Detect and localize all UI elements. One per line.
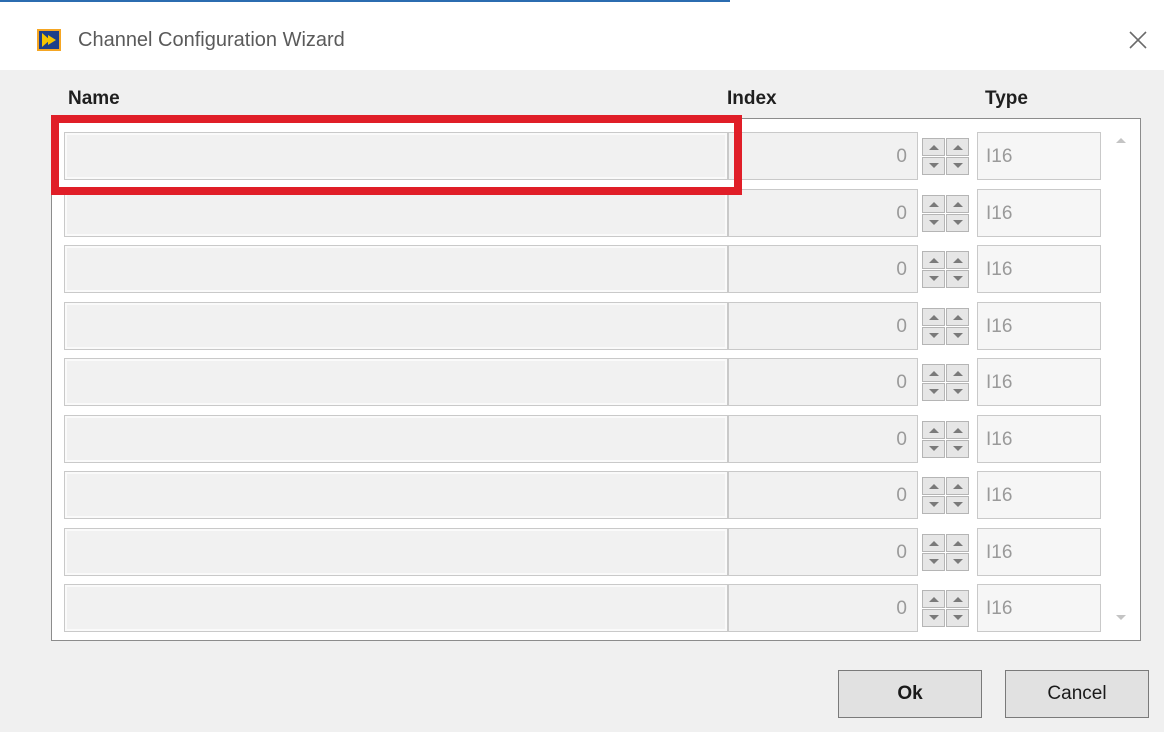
decrement-arrow-icon[interactable] [922, 326, 945, 345]
increment-arrow-icon[interactable] [922, 194, 945, 213]
increment-arrow-icon[interactable] [922, 251, 945, 269]
column-header-index: Index [727, 88, 777, 109]
channel-type-field[interactable]: I16 [977, 132, 1101, 180]
table-row: 0 I16 [64, 527, 1104, 578]
column-header-type: Type [985, 88, 1028, 109]
channel-name-input[interactable] [64, 358, 728, 406]
index-stepper[interactable] [922, 420, 972, 459]
increment-arrow-icon[interactable] [922, 590, 945, 608]
channel-index-field[interactable]: 0 [728, 245, 918, 293]
table-row: 0 I16 [64, 245, 1104, 295]
index-stepper[interactable] [922, 251, 972, 289]
decrement-arrow-icon[interactable] [946, 552, 969, 571]
increment-arrow-icon[interactable] [946, 364, 969, 382]
increment-arrow-icon[interactable] [922, 420, 945, 439]
channel-type-field[interactable]: I16 [977, 471, 1101, 519]
decrement-arrow-icon[interactable] [922, 439, 945, 458]
window-accent-line-top [0, 0, 730, 2]
decrement-arrow-icon[interactable] [922, 157, 945, 175]
channel-index-field[interactable]: 0 [728, 471, 918, 519]
increment-arrow-icon[interactable] [946, 194, 969, 213]
decrement-arrow-icon[interactable] [946, 439, 969, 458]
index-stepper[interactable] [922, 590, 972, 628]
channel-name-input[interactable] [64, 245, 728, 293]
channel-type-field[interactable]: I16 [977, 188, 1101, 237]
channel-name-input[interactable] [64, 414, 728, 463]
channel-index-field[interactable]: 0 [728, 527, 918, 576]
decrement-arrow-icon[interactable] [922, 609, 945, 627]
table-row: 0 I16 [64, 584, 1104, 634]
ok-button[interactable]: Ok [838, 670, 982, 718]
window-title: Channel Configuration Wizard [78, 29, 345, 51]
index-stepper[interactable] [922, 477, 972, 515]
decrement-arrow-icon[interactable] [946, 609, 969, 627]
cancel-button[interactable]: Cancel [1005, 670, 1149, 718]
increment-arrow-icon[interactable] [922, 364, 945, 382]
channel-type-field[interactable]: I16 [977, 414, 1101, 463]
channel-index-field[interactable]: 0 [728, 358, 918, 406]
channel-type-field[interactable]: I16 [977, 358, 1101, 406]
decrement-arrow-icon[interactable] [922, 552, 945, 571]
increment-arrow-icon[interactable] [946, 477, 969, 495]
channel-name-input[interactable] [64, 527, 728, 576]
table-row: 0 I16 [64, 414, 1104, 465]
decrement-arrow-icon[interactable] [946, 383, 969, 401]
channel-type-field[interactable]: I16 [977, 584, 1101, 632]
channel-index-field[interactable]: 0 [728, 188, 918, 237]
vertical-scrollbar[interactable] [1109, 126, 1133, 634]
table-row: 0 I16 [64, 188, 1104, 239]
index-stepper[interactable] [922, 307, 972, 346]
scroll-down-icon[interactable] [1115, 614, 1127, 622]
index-stepper[interactable] [922, 138, 972, 176]
channel-name-input[interactable] [64, 188, 728, 237]
channel-name-input[interactable] [64, 471, 728, 519]
decrement-arrow-icon[interactable] [922, 213, 945, 232]
index-stepper[interactable] [922, 194, 972, 233]
table-row: 0 I16 [64, 358, 1104, 408]
increment-arrow-icon[interactable] [946, 590, 969, 608]
table-row: 0 I16 [64, 301, 1104, 352]
decrement-arrow-icon[interactable] [946, 270, 969, 288]
table-row: 0 I16 [64, 471, 1104, 521]
decrement-arrow-icon[interactable] [946, 213, 969, 232]
channel-type-field[interactable]: I16 [977, 245, 1101, 293]
channel-type-field[interactable]: I16 [977, 527, 1101, 576]
channel-name-input[interactable] [64, 584, 728, 632]
decrement-arrow-icon[interactable] [946, 326, 969, 345]
labview-icon [37, 29, 61, 51]
channel-index-field[interactable]: 0 [728, 414, 918, 463]
title-bar: Channel Configuration Wizard [0, 0, 1164, 70]
increment-arrow-icon[interactable] [946, 251, 969, 269]
decrement-arrow-icon[interactable] [946, 496, 969, 514]
increment-arrow-icon[interactable] [922, 533, 945, 552]
highlight-annotation [51, 115, 742, 195]
increment-arrow-icon[interactable] [922, 477, 945, 495]
channel-index-field[interactable]: 0 [728, 132, 918, 180]
decrement-arrow-icon[interactable] [946, 157, 969, 175]
column-header-name: Name [68, 88, 120, 109]
close-icon[interactable] [1128, 30, 1148, 50]
increment-arrow-icon[interactable] [946, 307, 969, 326]
increment-arrow-icon[interactable] [922, 307, 945, 326]
increment-arrow-icon[interactable] [946, 420, 969, 439]
channel-index-field[interactable]: 0 [728, 301, 918, 350]
increment-arrow-icon[interactable] [946, 533, 969, 552]
increment-arrow-icon[interactable] [946, 138, 969, 156]
increment-arrow-icon[interactable] [922, 138, 945, 156]
index-stepper[interactable] [922, 364, 972, 402]
channel-index-field[interactable]: 0 [728, 584, 918, 632]
channel-type-field[interactable]: I16 [977, 301, 1101, 350]
channel-name-input[interactable] [64, 301, 728, 350]
index-stepper[interactable] [922, 533, 972, 572]
decrement-arrow-icon[interactable] [922, 383, 945, 401]
decrement-arrow-icon[interactable] [922, 496, 945, 514]
decrement-arrow-icon[interactable] [922, 270, 945, 288]
scroll-up-icon[interactable] [1115, 136, 1127, 144]
